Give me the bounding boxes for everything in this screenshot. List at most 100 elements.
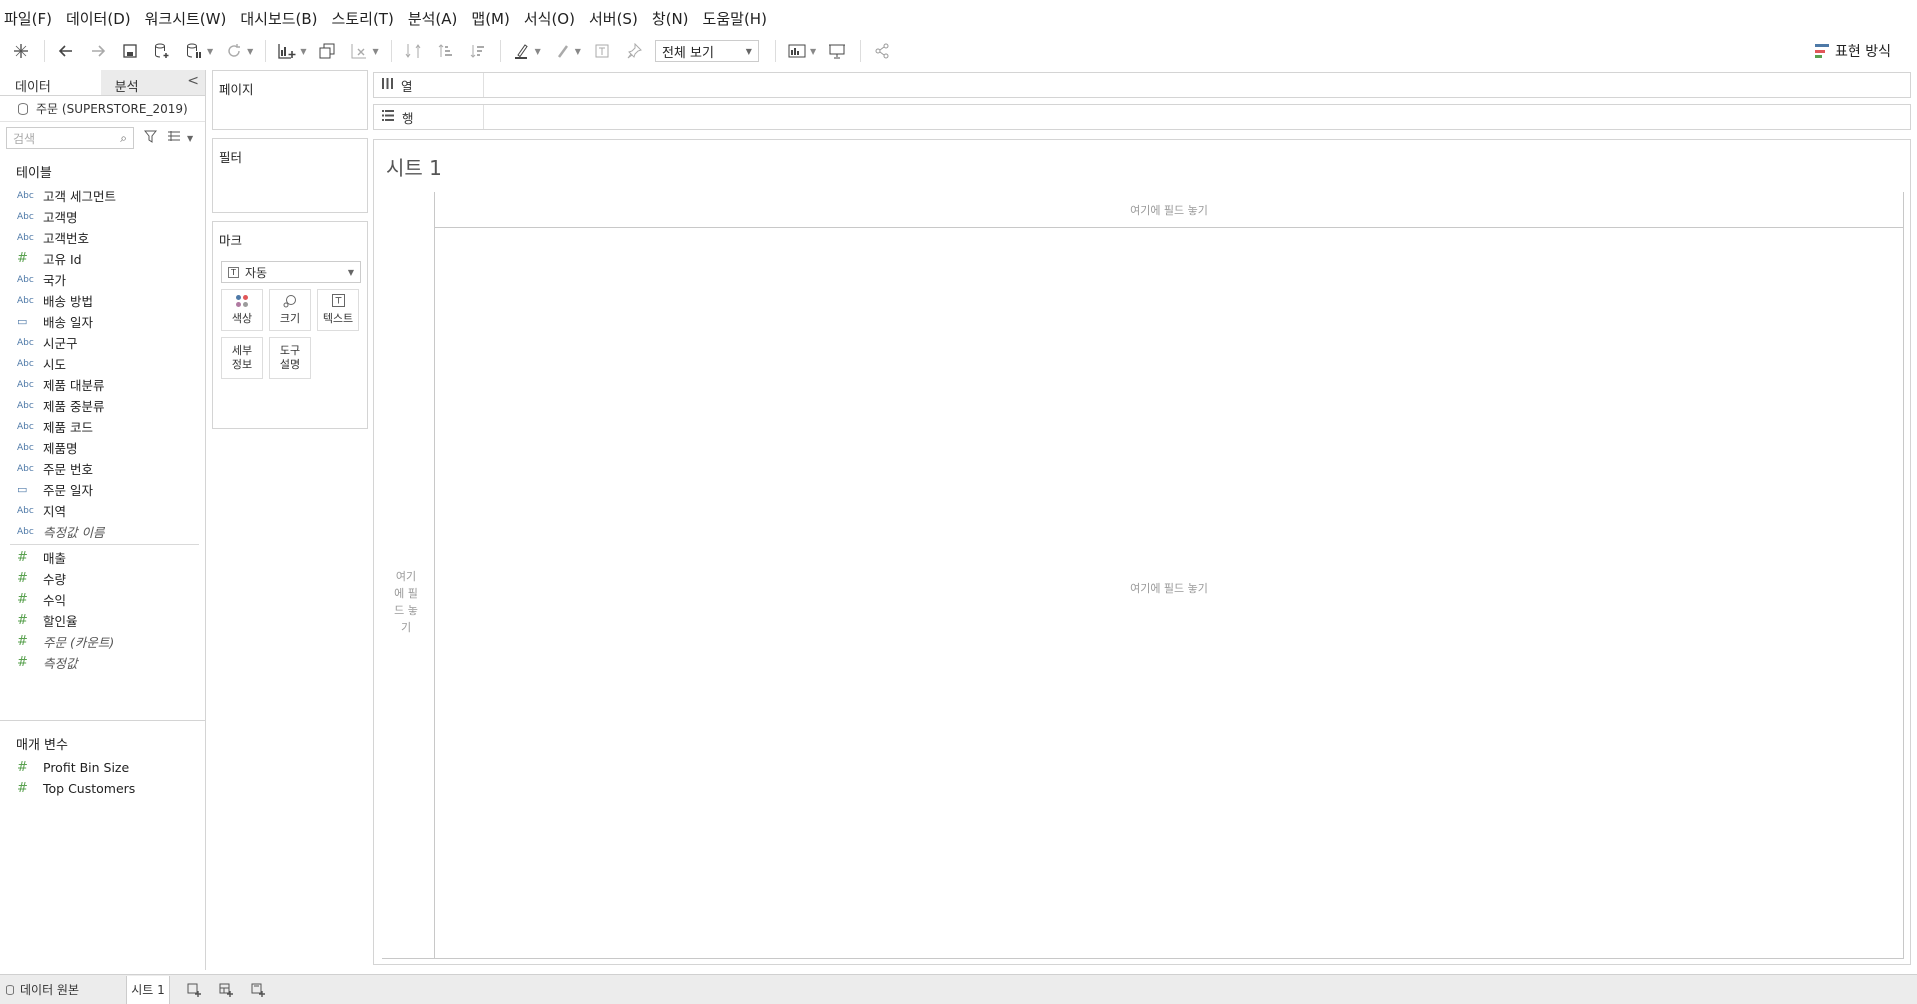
field-item[interactable]: # Top Customers — [0, 778, 206, 799]
field-item[interactable]: Abc 고객 세그먼트 — [0, 185, 205, 206]
tooltip-button[interactable]: 도구 설명 — [269, 337, 311, 379]
menu-item[interactable]: 분석(A) — [408, 8, 458, 29]
sheet-title[interactable]: 시트 1 — [386, 152, 442, 181]
tab-sheet-1[interactable]: 시트 1 — [126, 975, 170, 1004]
menu-item[interactable]: 서식(O) — [524, 8, 575, 29]
show-me-button[interactable]: 표현 방식 — [1815, 41, 1891, 61]
menu-item[interactable]: 맵(M) — [471, 8, 509, 29]
save-icon[interactable] — [119, 40, 141, 62]
new-worksheet-icon[interactable] — [182, 978, 206, 1002]
chevron-down-icon[interactable]: ▼ — [187, 134, 193, 143]
presentation-mode-icon[interactable] — [826, 40, 848, 62]
columns-shelf[interactable]: 열 — [373, 72, 1911, 98]
field-item[interactable]: ▭ 주문 일자 — [0, 479, 205, 500]
field-item[interactable]: Abc 고객명 — [0, 206, 205, 227]
fix-axes-icon[interactable] — [623, 40, 645, 62]
filters-shelf-title: 필터 — [219, 150, 243, 165]
field-label: 주문 번호 — [43, 462, 93, 477]
field-item[interactable]: Abc 시군구 — [0, 332, 205, 353]
tab-analytics[interactable]: 분석 — [100, 70, 182, 95]
menu-item[interactable]: 창(N) — [652, 8, 689, 29]
dropdown-arrow-icon[interactable]: ▼ — [207, 47, 213, 56]
body-drop-zone[interactable]: 여기에 필드 놓기 — [434, 580, 1904, 596]
size-button[interactable]: 크기 — [269, 289, 311, 331]
field-item[interactable]: Abc 고객번호 — [0, 227, 205, 248]
pages-shelf[interactable]: 페이지 — [212, 70, 368, 130]
field-item[interactable]: Abc 시도 — [0, 353, 205, 374]
redo-icon[interactable] — [87, 40, 109, 62]
field-item[interactable]: Abc 제품 대분류 — [0, 374, 205, 395]
undo-icon[interactable] — [55, 40, 77, 62]
field-item[interactable]: Abc 지역 — [0, 500, 205, 521]
swap-rows-columns-icon[interactable] — [402, 40, 424, 62]
menu-item[interactable]: 스토리(T) — [332, 8, 394, 29]
field-item[interactable]: Abc 제품 중분류 — [0, 395, 205, 416]
field-item[interactable]: # 수량 — [0, 568, 205, 589]
menu-item[interactable]: 파일(F) — [4, 8, 52, 29]
new-datasource-icon[interactable] — [151, 40, 173, 62]
collapse-pane-icon[interactable]: < — [181, 70, 205, 95]
datasource-item[interactable]: 주문 (SUPERSTORE_2019) — [0, 96, 205, 122]
share-icon[interactable] — [871, 40, 893, 62]
string-type-icon: Abc — [17, 190, 34, 201]
dropdown-arrow-icon[interactable]: ▼ — [247, 47, 253, 56]
color-button[interactable]: 색상 — [221, 289, 263, 331]
field-item[interactable]: # 수익 — [0, 589, 205, 610]
columns-drop-zone[interactable]: 여기에 필드 놓기 — [434, 192, 1904, 228]
field-item[interactable]: # 측정값 — [0, 652, 205, 673]
view-options-icon[interactable] — [167, 130, 181, 146]
sort-ascending-icon[interactable] — [434, 40, 456, 62]
menu-item[interactable]: 서버(S) — [589, 8, 638, 29]
dropdown-arrow-icon[interactable]: ▼ — [575, 47, 581, 56]
field-item[interactable]: # 할인율 — [0, 610, 205, 631]
sort-descending-icon[interactable] — [466, 40, 488, 62]
field-item[interactable]: Abc 배송 방법 — [0, 290, 205, 311]
search-input[interactable]: 검색 ⌕ — [6, 127, 134, 149]
highlight-icon[interactable] — [511, 40, 533, 62]
new-story-icon[interactable] — [246, 978, 270, 1002]
filters-shelf[interactable]: 필터 — [212, 138, 368, 213]
dropdown-arrow-icon[interactable]: ▼ — [810, 47, 816, 56]
string-type-icon: Abc — [17, 358, 34, 369]
field-label: Profit Bin Size — [43, 760, 130, 775]
dropdown-arrow-icon[interactable]: ▼ — [300, 47, 306, 56]
field-item[interactable]: # 고유 Id — [0, 248, 205, 269]
field-item[interactable]: ▭ 배송 일자 — [0, 311, 205, 332]
detail-button[interactable]: 세부 정보 — [221, 337, 263, 379]
rows-drop-zone[interactable]: 여기에 필드 놓기 — [382, 568, 430, 636]
rows-shelf[interactable]: 행 — [373, 104, 1911, 130]
text-button[interactable]: 텍스트 — [317, 289, 359, 331]
menu-item[interactable]: 데이터(D) — [66, 8, 131, 29]
field-label: 매출 — [43, 551, 67, 566]
field-item[interactable]: # 주문 (카운트) — [0, 631, 205, 652]
field-item[interactable]: Abc 주문 번호 — [0, 458, 205, 479]
clear-sheet-icon[interactable] — [348, 40, 370, 62]
field-item[interactable]: Abc 측정값 이름 — [0, 521, 205, 542]
chevron-down-icon: ▼ — [745, 46, 752, 56]
menu-item[interactable]: 대시보드(B) — [240, 8, 317, 29]
fit-dropdown[interactable]: 전체 보기 ▼ — [654, 40, 759, 62]
new-dashboard-icon[interactable] — [214, 978, 238, 1002]
menu-item[interactable]: 도움말(H) — [703, 8, 767, 29]
field-item[interactable]: Abc 제품 코드 — [0, 416, 205, 437]
mark-type-dropdown[interactable]: T 자동 ▼ — [221, 261, 361, 283]
field-item[interactable]: # Profit Bin Size — [0, 757, 206, 778]
show-mark-labels-icon[interactable] — [591, 40, 613, 62]
menu-item[interactable]: 워크시트(W) — [145, 8, 227, 29]
dropdown-arrow-icon[interactable]: ▼ — [535, 47, 541, 56]
show-cards-icon[interactable] — [786, 40, 808, 62]
refresh-icon[interactable] — [223, 40, 245, 62]
dropdown-arrow-icon[interactable]: ▼ — [372, 47, 378, 56]
tab-data[interactable]: 데이터 — [0, 70, 101, 95]
field-item[interactable]: Abc 제품명 — [0, 437, 205, 458]
pause-updates-icon[interactable] — [183, 40, 205, 62]
marks-card: 마크 T 자동 ▼ 색상 크기 텍스트 세부 정보 도구 설명 — [212, 221, 368, 429]
tab-datasource[interactable]: 데이터 원본 — [0, 981, 126, 998]
field-item[interactable]: Abc 국가 — [0, 269, 205, 290]
new-worksheet-icon[interactable] — [276, 40, 298, 62]
duplicate-sheet-icon[interactable] — [316, 40, 338, 62]
field-item[interactable]: # 매출 — [0, 547, 205, 568]
group-members-icon[interactable] — [551, 40, 573, 62]
tableau-logo-icon[interactable] — [10, 40, 32, 62]
filter-icon[interactable] — [143, 130, 158, 147]
